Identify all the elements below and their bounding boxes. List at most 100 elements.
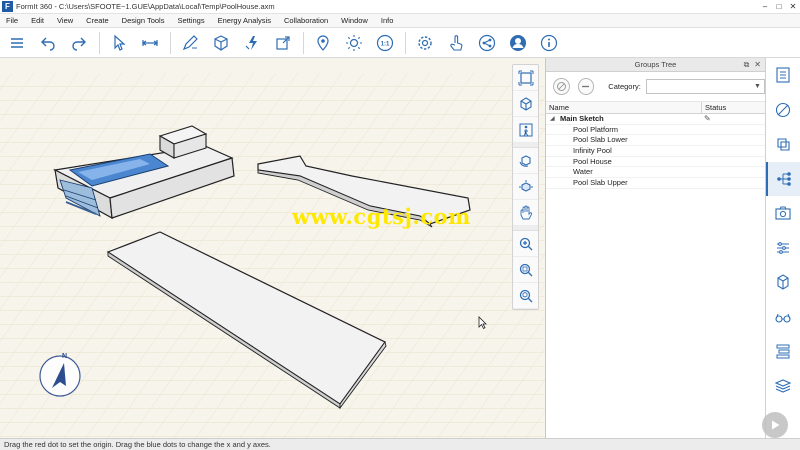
- share-icon[interactable]: [476, 32, 498, 54]
- scenes-camera-icon[interactable]: [766, 196, 800, 231]
- scene-canvas: N: [0, 58, 545, 438]
- play-button[interactable]: [762, 412, 788, 438]
- info-icon[interactable]: [538, 32, 560, 54]
- zoom-extents-icon[interactable]: [513, 65, 538, 91]
- menu-settings[interactable]: Settings: [171, 16, 211, 25]
- groups-tree-panel: Groups Tree ⧉ ✕ Category: ▼ Name Status …: [545, 58, 765, 438]
- panel-tools: Category: ▼: [546, 72, 765, 102]
- tree-item-label: Pool Slab Lower: [573, 135, 628, 145]
- user-icon[interactable]: [507, 32, 529, 54]
- groups-tree-icon[interactable]: [766, 161, 800, 196]
- compass-icon[interactable]: [39, 355, 81, 397]
- zoom-selected-icon[interactable]: [513, 283, 538, 309]
- tree-row[interactable]: Infinity Pool: [546, 146, 765, 157]
- remove-group-button[interactable]: [577, 78, 595, 95]
- expand-triangle-icon[interactable]: ◢: [550, 114, 555, 125]
- tree-item-label: Main Sketch: [560, 114, 604, 123]
- category-select[interactable]: ▼: [645, 79, 765, 94]
- view-cube-icon[interactable]: [513, 91, 538, 117]
- levels-icon[interactable]: [766, 231, 800, 266]
- tree-item-label: Water: [573, 167, 593, 177]
- tree-row[interactable]: Pool Platform: [546, 125, 765, 136]
- 3d-viewport[interactable]: N www.cgtsj.com: [0, 58, 545, 438]
- main-toolbar: 1:1: [0, 28, 800, 58]
- tree-item-label: Infinity Pool: [573, 146, 612, 156]
- disable-group-button[interactable]: [553, 78, 570, 95]
- content-library-icon[interactable]: [766, 265, 800, 300]
- tree-row[interactable]: Pool Slab Lower: [546, 135, 765, 147]
- column-name[interactable]: Name: [546, 102, 702, 113]
- toolbar-separator: [303, 31, 304, 54]
- menu-energy-analysis[interactable]: Energy Analysis: [212, 16, 278, 25]
- menu-design-tools[interactable]: Design Tools: [116, 16, 172, 25]
- toolbar-separator: [99, 31, 100, 54]
- select-icon[interactable]: [108, 32, 130, 54]
- scale-badge-label: 1:1: [381, 41, 390, 47]
- visual-styles-glasses-icon[interactable]: [766, 300, 800, 335]
- chevron-down-icon: ▼: [754, 83, 761, 90]
- materials-icon[interactable]: [766, 93, 800, 128]
- panel-title: Groups Tree: [634, 60, 677, 69]
- tree-item-label: Pool Platform: [573, 124, 619, 134]
- walk-icon[interactable]: [513, 117, 538, 143]
- toolbar-separator: [170, 31, 171, 54]
- tree-row-main-sketch[interactable]: ◢ Main Sketch ✎: [546, 114, 765, 125]
- menu-collaboration[interactable]: Collaboration: [278, 16, 335, 25]
- column-status[interactable]: Status: [702, 102, 726, 113]
- undo-icon[interactable]: [37, 32, 59, 54]
- status-bar: Drag the red dot to set the origin. Drag…: [0, 438, 800, 450]
- pan-hand-icon[interactable]: [513, 200, 538, 226]
- panel-header: Groups Tree ⧉ ✕: [546, 58, 765, 72]
- tree-row[interactable]: Pool House: [546, 157, 765, 168]
- redo-icon[interactable]: [68, 32, 90, 54]
- location-pin-icon[interactable]: [312, 32, 334, 54]
- zoom-icon[interactable]: [513, 231, 538, 257]
- scale-icon[interactable]: [272, 32, 294, 54]
- title-bar: F FormIt 360 - C:\Users\SFOOTE~1.GUE\App…: [0, 0, 800, 14]
- view-toolbar: [512, 64, 539, 310]
- window-title: FormIt 360 - C:\Users\SFOOTE~1.GUE\AppDa…: [16, 2, 275, 11]
- no-entry-icon: [556, 82, 566, 91]
- look-around-icon[interactable]: [513, 174, 538, 200]
- menu-create[interactable]: Create: [80, 16, 116, 25]
- panel-close-icon[interactable]: ✕: [754, 58, 761, 72]
- dimension-icon[interactable]: [139, 32, 161, 54]
- app-logo-icon: F: [2, 1, 13, 12]
- close-button[interactable]: ✕: [786, 0, 800, 13]
- toolbar-separator: [405, 31, 406, 54]
- tree-row[interactable]: Pool Slab Upper: [546, 178, 765, 189]
- menu-file[interactable]: File: [0, 16, 25, 25]
- pencil-icon[interactable]: ✎: [704, 114, 711, 125]
- stacked-layers-icon[interactable]: [766, 369, 800, 404]
- menu-window[interactable]: Window: [335, 16, 375, 25]
- sun-icon[interactable]: [343, 32, 365, 54]
- menu-info[interactable]: Info: [375, 16, 401, 25]
- edit-solid-icon[interactable]: [241, 32, 263, 54]
- scale-1-1-icon[interactable]: 1:1: [374, 32, 396, 54]
- tree-row[interactable]: Water: [546, 167, 765, 179]
- menu-bar: File Edit View Create Design Tools Setti…: [0, 14, 800, 28]
- settings-gear-icon[interactable]: [414, 32, 436, 54]
- menu-edit[interactable]: Edit: [25, 16, 51, 25]
- menu-view[interactable]: View: [51, 16, 80, 25]
- layers-icon[interactable]: [766, 127, 800, 162]
- orbit-icon[interactable]: [513, 148, 538, 174]
- right-sidebar: [765, 58, 800, 438]
- properties-icon[interactable]: [766, 58, 800, 93]
- status-text: Drag the red dot to set the origin. Drag…: [4, 440, 271, 449]
- minus-icon: [582, 85, 590, 88]
- compass-north-label: N: [62, 353, 67, 360]
- maximize-button[interactable]: □: [772, 0, 786, 13]
- play-icon: [772, 420, 780, 430]
- minimize-button[interactable]: –: [758, 0, 772, 13]
- menu-icon[interactable]: [6, 32, 28, 54]
- cube-icon[interactable]: [210, 32, 232, 54]
- tree-item-label: Pool House: [573, 156, 612, 166]
- sketch-pen-icon[interactable]: [179, 32, 201, 54]
- zoom-window-icon[interactable]: [513, 257, 538, 283]
- view-bar-icon[interactable]: [766, 334, 800, 369]
- touch-icon[interactable]: [445, 32, 467, 54]
- category-label: Category:: [608, 82, 641, 91]
- tree-item-label: Pool Slab Upper: [573, 178, 628, 188]
- panel-float-icon[interactable]: ⧉: [744, 58, 750, 72]
